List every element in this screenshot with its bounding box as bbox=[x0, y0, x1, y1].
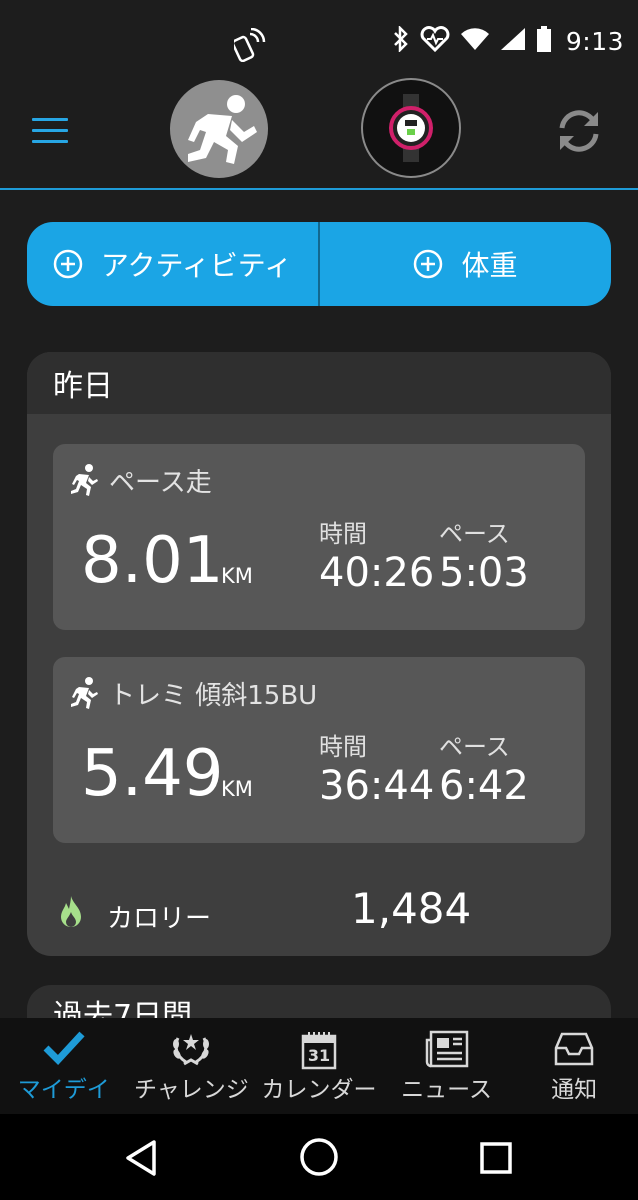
checkmark-icon bbox=[43, 1031, 85, 1066]
activity-pace: 6:42 bbox=[439, 763, 529, 809]
bluetooth-icon bbox=[392, 24, 410, 56]
nav-calendar[interactable]: 31 カレンダー bbox=[255, 1018, 383, 1114]
recent-apps-icon[interactable] bbox=[480, 1142, 512, 1174]
card-title: 昨日 bbox=[27, 352, 611, 414]
activity-card[interactable]: ペース走 8.01 KM 時間 40:26 ペース 5:03 bbox=[53, 444, 585, 630]
nav-label: カレンダー bbox=[261, 1077, 377, 1103]
battery-icon bbox=[536, 26, 552, 56]
nav-challenges[interactable]: チャレンジ bbox=[128, 1018, 256, 1114]
add-activity-button[interactable]: アクティビティ bbox=[27, 222, 318, 306]
inbox-icon bbox=[554, 1032, 594, 1066]
system-nav-bar bbox=[0, 1114, 638, 1200]
calorie-row: カロリー 1,484 bbox=[57, 884, 597, 944]
running-icon bbox=[71, 463, 98, 496]
activity-name: ペース走 bbox=[109, 468, 212, 498]
back-icon[interactable] bbox=[122, 1138, 158, 1178]
yesterday-card: 昨日 ペース走 8.01 KM 時間 40:26 ペース 5:03 トレミ 傾斜… bbox=[27, 352, 611, 956]
distance-unit: KM bbox=[221, 777, 253, 801]
activity-time: 40:26 bbox=[319, 550, 435, 596]
running-icon bbox=[71, 676, 98, 709]
running-person-icon bbox=[188, 95, 257, 164]
plus-circle-icon bbox=[53, 249, 83, 279]
flame-icon bbox=[61, 896, 81, 927]
nfc-icon bbox=[231, 27, 266, 66]
avatar[interactable] bbox=[170, 80, 268, 178]
distance-unit: KM bbox=[221, 564, 253, 588]
nav-notifications[interactable]: 通知 bbox=[510, 1018, 638, 1114]
pace-label: ペース bbox=[439, 520, 510, 548]
activity-distance: 5.49 bbox=[81, 737, 224, 811]
activity-time: 36:44 bbox=[319, 763, 435, 809]
nav-label: 通知 bbox=[551, 1077, 598, 1103]
time-label: 時間 bbox=[319, 520, 367, 548]
status-bar: 9:13 bbox=[0, 0, 638, 72]
calories-value: 1,484 bbox=[351, 884, 472, 933]
app-header bbox=[0, 72, 638, 190]
calendar-icon: 31 bbox=[301, 1030, 337, 1070]
nav-my-day[interactable]: マイデイ bbox=[0, 1018, 128, 1114]
signal-icon bbox=[500, 27, 526, 55]
add-action-bar: アクティビティ 体重 bbox=[27, 222, 611, 306]
hamburger-menu-icon[interactable] bbox=[32, 118, 68, 144]
activity-distance: 8.01 bbox=[81, 524, 224, 598]
nav-label: マイデイ bbox=[17, 1077, 110, 1103]
laurel-icon bbox=[173, 1034, 210, 1066]
garmin-watch-icon[interactable] bbox=[361, 78, 461, 178]
calories-label: カロリー bbox=[107, 904, 212, 934]
header-divider bbox=[0, 188, 638, 190]
nav-label: ニュース bbox=[401, 1077, 492, 1103]
add-activity-label: アクティビティ bbox=[100, 249, 293, 282]
time-label: 時間 bbox=[319, 733, 367, 761]
nav-news[interactable]: ニュース bbox=[383, 1018, 511, 1114]
calendar-day: 31 bbox=[307, 1046, 331, 1065]
wifi-icon bbox=[460, 27, 490, 55]
sync-icon[interactable] bbox=[554, 106, 604, 156]
activity-name: トレミ 傾斜15BU bbox=[109, 681, 318, 711]
newspaper-icon bbox=[425, 1030, 468, 1068]
pace-label: ペース bbox=[439, 733, 510, 761]
activity-card[interactable]: トレミ 傾斜15BU 5.49 KM 時間 36:44 ペース 6:42 bbox=[53, 657, 585, 843]
nav-label: チャレンジ bbox=[134, 1077, 249, 1103]
plus-circle-icon bbox=[414, 249, 443, 279]
add-weight-button[interactable]: 体重 bbox=[320, 222, 611, 306]
heart-rate-icon bbox=[420, 26, 450, 56]
activity-pace: 5:03 bbox=[439, 550, 529, 596]
home-icon[interactable] bbox=[298, 1136, 340, 1178]
bottom-nav: マイデイ チャレンジ 31 カレンダー ニュース 通知 bbox=[0, 1018, 638, 1114]
clock: 9:13 bbox=[565, 26, 624, 56]
add-weight-label: 体重 bbox=[461, 249, 518, 282]
